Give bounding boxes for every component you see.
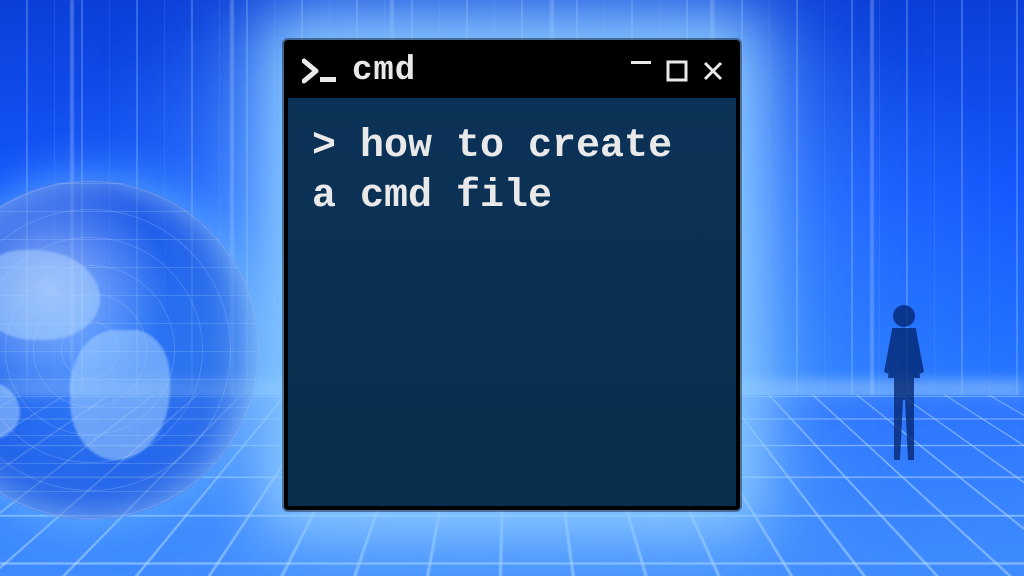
minimize-button[interactable]: [630, 51, 652, 79]
titlebar[interactable]: cmd: [288, 44, 736, 98]
person-silhouette: [874, 300, 934, 470]
command-text: how to create a cmd file: [312, 124, 696, 219]
close-button[interactable]: [702, 60, 724, 82]
window-title: cmd: [352, 52, 616, 90]
window-controls: [630, 57, 724, 85]
terminal-window[interactable]: cmd > how to create a cmd file: [284, 40, 740, 510]
terminal-body[interactable]: > how to create a cmd file: [288, 98, 736, 506]
prompt-icon: [302, 57, 338, 85]
prompt-symbol: >: [312, 124, 360, 169]
maximize-button[interactable]: [666, 60, 688, 82]
scene-background: cmd > how to create a cmd file: [0, 0, 1024, 576]
